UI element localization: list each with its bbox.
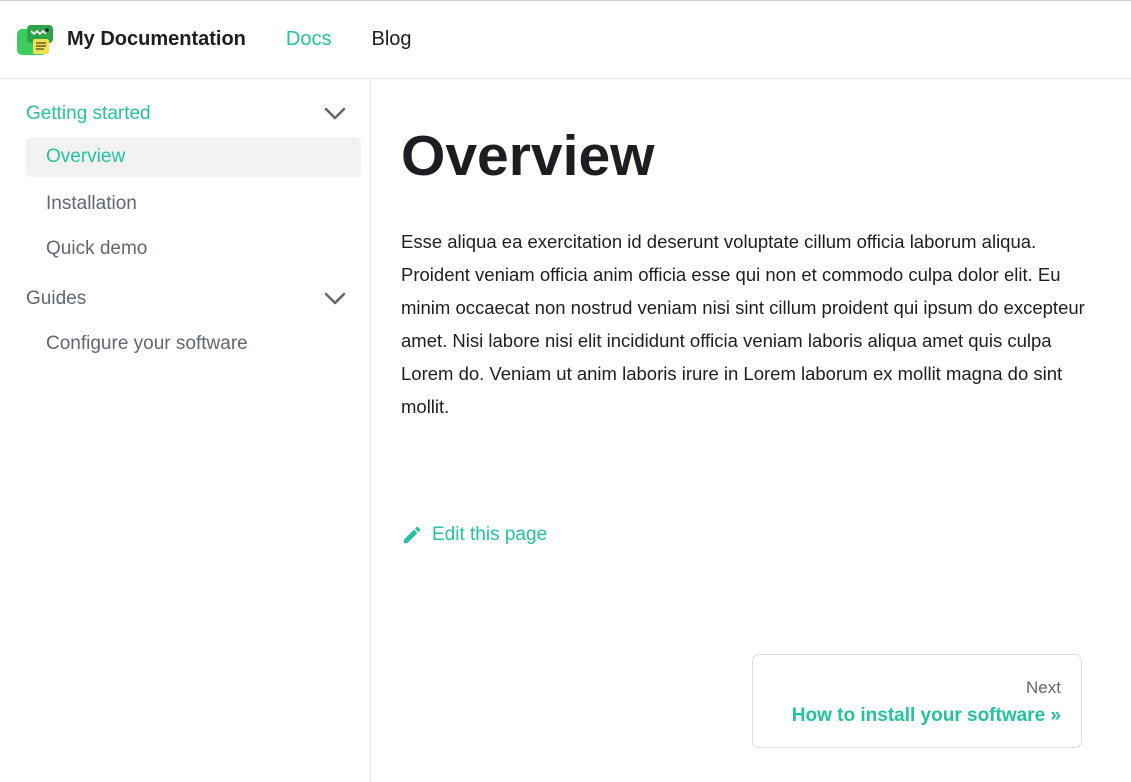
- edit-this-page-label: Edit this page: [432, 524, 548, 545]
- sidebar-item-installation[interactable]: Installation: [26, 184, 361, 224]
- dinosaur-logo-icon: [17, 24, 53, 55]
- navbar: My Documentation Docs Blog: [0, 0, 1131, 79]
- sidebar-category-label: Guides: [26, 288, 87, 309]
- pagination-next-label: How to install your software »: [791, 705, 1061, 726]
- page-title: Overview: [401, 124, 655, 188]
- chevron-down-icon[interactable]: [324, 292, 346, 306]
- chevron-down-icon[interactable]: [324, 107, 346, 121]
- pagination-next-sublabel: Next: [1026, 678, 1061, 697]
- sidebar: Getting started Overview Installation Qu…: [0, 79, 371, 782]
- sidebar-item-configure-your-software[interactable]: Configure your software: [26, 324, 361, 364]
- doc-paragraph: Esse aliqua ea exercitation id deserunt …: [401, 231, 1085, 417]
- site-title: My Documentation: [67, 28, 246, 50]
- sidebar-item-quick-demo[interactable]: Quick demo: [26, 229, 361, 269]
- pencil-icon: [403, 526, 421, 544]
- sidebar-category-guides[interactable]: Guides: [26, 284, 346, 314]
- sidebar-item-overview[interactable]: Overview: [26, 137, 361, 177]
- sidebar-category-getting-started[interactable]: Getting started: [26, 99, 346, 129]
- nav-link-blog[interactable]: Blog: [371, 28, 411, 51]
- pagination-next-card[interactable]: Next How to install your software »: [752, 654, 1082, 748]
- edit-this-page-link[interactable]: Edit this page: [401, 524, 547, 546]
- nav-link-docs[interactable]: Docs: [286, 28, 332, 51]
- brand-link[interactable]: My Documentation: [17, 23, 246, 57]
- doc-content: Overview Esse aliqua ea exercitation id …: [371, 79, 1131, 782]
- sidebar-category-label: Getting started: [26, 103, 151, 124]
